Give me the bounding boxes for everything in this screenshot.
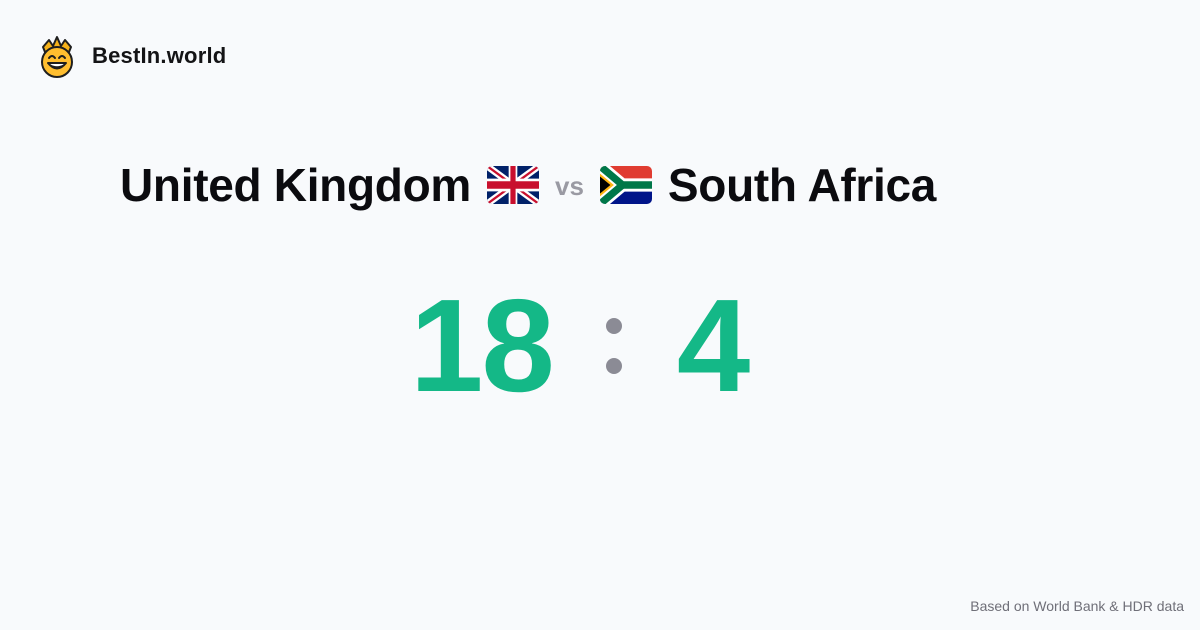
score-right: 4 — [676, 272, 750, 419]
score-separator — [579, 286, 649, 406]
brand-header: BestIn.world — [38, 34, 226, 78]
country-1-name: United Kingdom — [120, 159, 471, 211]
separator-dot-top — [605, 318, 622, 334]
separator-dot-bottom — [605, 358, 622, 374]
uk-flag-icon — [486, 166, 539, 204]
scoreboard: 18 4 — [410, 272, 750, 419]
south-africa-flag-icon — [599, 166, 652, 204]
vs-label: vs — [554, 171, 584, 201]
country-matchup: United Kingdom vs South Africa — [120, 162, 936, 208]
score-left: 18 — [410, 272, 555, 419]
country-2-name: South Africa — [667, 159, 937, 211]
crowned-smiley-icon — [41, 36, 73, 78]
source-note: Based on World Bank & HDR data — [970, 598, 1184, 614]
brand-name[interactable]: BestIn.world — [92, 43, 226, 69]
